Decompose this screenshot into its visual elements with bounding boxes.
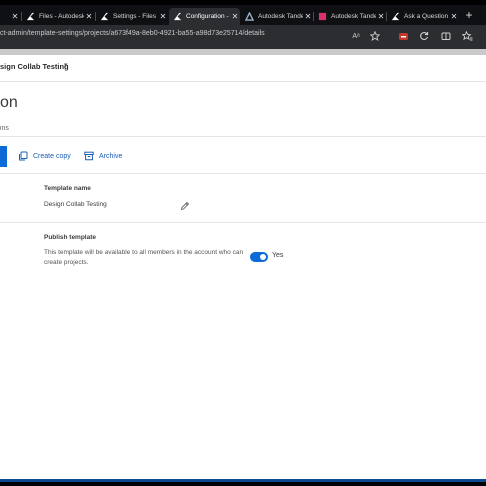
tab-title: Ask a Question	[404, 13, 449, 20]
browser-window: ✕ Files - Autodesk ✕ Settings - Files ✕ …	[0, 5, 486, 479]
edit-pencil-icon[interactable]	[180, 198, 190, 211]
divider	[0, 136, 486, 137]
publish-toggle-text: Yes	[272, 252, 284, 259]
close-icon[interactable]: ✕	[230, 12, 240, 21]
divider	[0, 222, 486, 223]
archive-icon	[84, 151, 94, 161]
autodesk-icon	[391, 12, 400, 21]
archive-button[interactable]: Archive	[84, 151, 122, 161]
tab-title: Settings - Files	[113, 13, 156, 20]
close-icon[interactable]: ✕	[376, 12, 386, 21]
project-selector[interactable]: sign Collab Testing	[0, 62, 69, 71]
copy-icon	[18, 151, 28, 161]
tandem-icon	[318, 12, 327, 21]
page-title: tion	[0, 94, 18, 111]
browser-tab[interactable]: Autodesk Tandem ✕	[314, 8, 386, 25]
read-aloud-icon[interactable]: Aᵃ	[350, 31, 362, 43]
publish-toggle[interactable]	[250, 252, 268, 262]
tab-title: Autodesk Tandem	[331, 13, 376, 20]
browser-tab[interactable]: Autodesk Tandem ✕	[241, 8, 313, 25]
autodesk-icon	[100, 12, 109, 21]
toggle-knob	[260, 254, 266, 260]
refresh-icon[interactable]	[418, 31, 430, 44]
address-bar: ct-admin/template-settings/projects/a673…	[0, 25, 486, 49]
browser-tab[interactable]: ✕	[0, 8, 20, 25]
tab-title: Configuration -	[186, 13, 229, 20]
publish-template-description: This template will be available to all m…	[44, 249, 244, 266]
browser-tab-active[interactable]: Configuration - ✕	[169, 8, 240, 25]
close-icon[interactable]: ✕	[158, 12, 168, 21]
browser-tab[interactable]: Files - Autodesk ✕	[22, 8, 94, 25]
divider	[0, 173, 486, 174]
autodesk-icon	[26, 12, 35, 21]
autodesk-icon	[173, 12, 182, 21]
tab-bar: ✕ Files - Autodesk ✕ Settings - Files ✕ …	[0, 5, 486, 25]
archive-label: Archive	[99, 152, 123, 160]
tandem-icon	[245, 12, 254, 21]
subnav-tab[interactable]: ions	[0, 125, 9, 132]
split-screen-icon[interactable]	[440, 31, 452, 44]
template-name-value: Design Collab Testing	[44, 201, 107, 208]
close-icon[interactable]: ✕	[84, 12, 94, 21]
extension-icon[interactable]	[397, 31, 409, 45]
browser-tab[interactable]: Settings - Files ✕	[96, 8, 168, 25]
close-icon[interactable]: ✕	[303, 12, 313, 21]
project-bar: sign Collab Testing ▾	[0, 55, 486, 82]
browser-tab[interactable]: Ask a Question ✕	[387, 8, 459, 25]
favorite-star-icon[interactable]	[369, 30, 381, 44]
primary-button[interactable]	[0, 146, 7, 167]
template-name-label: Template name	[44, 185, 91, 192]
favorites-icon[interactable]	[460, 30, 473, 44]
close-icon[interactable]: ✕	[10, 12, 20, 21]
url-field[interactable]: ct-admin/template-settings/projects/a673…	[0, 30, 265, 37]
new-tab-button[interactable]: +	[462, 8, 476, 23]
chevron-down-icon[interactable]: ▾	[64, 61, 68, 69]
create-copy-button[interactable]: Create copy	[18, 151, 71, 161]
publish-template-label: Publish template	[44, 234, 97, 241]
taskbar-strip	[0, 479, 486, 482]
tab-title: Files - Autodesk	[39, 13, 84, 20]
create-copy-label: Create copy	[33, 152, 71, 160]
tab-title: Autodesk Tandem	[258, 13, 303, 20]
close-icon[interactable]: ✕	[449, 12, 459, 21]
